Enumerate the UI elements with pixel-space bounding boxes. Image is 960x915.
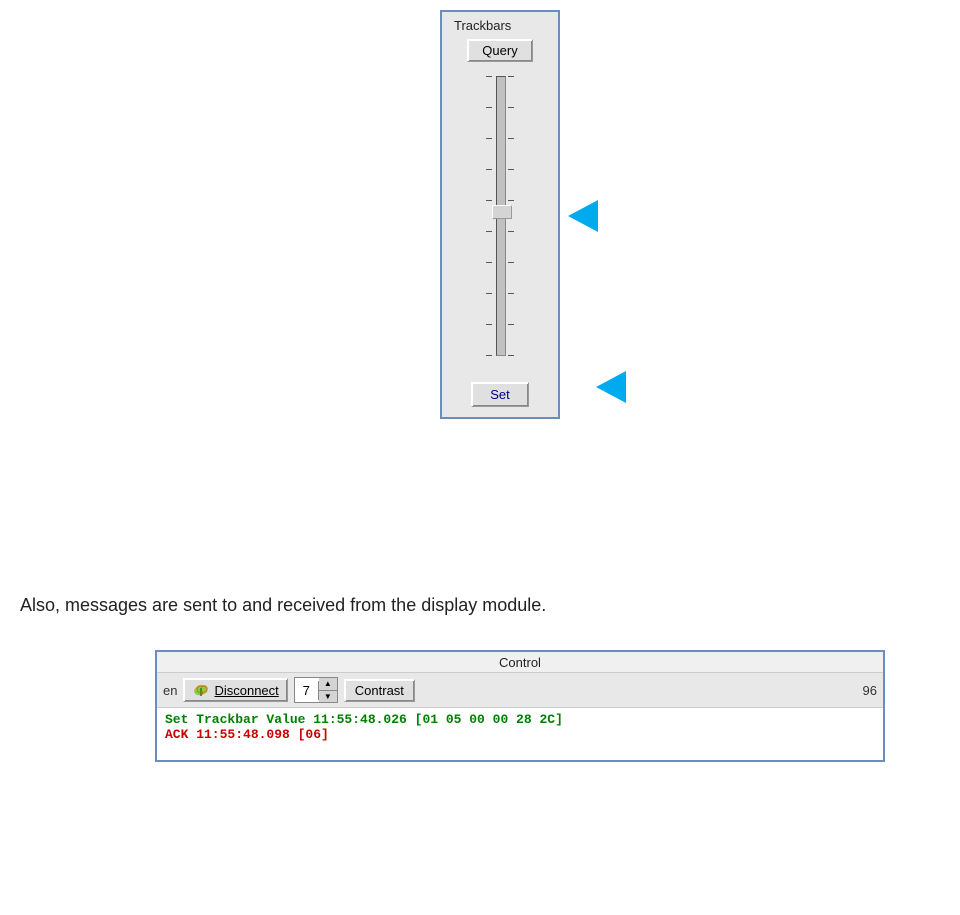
control-header: Control bbox=[157, 652, 883, 673]
set-arrow-container bbox=[596, 371, 626, 403]
slider-track bbox=[496, 76, 506, 356]
slider-track-wrapper bbox=[470, 72, 530, 372]
disconnect-button[interactable]: Disconnect bbox=[183, 678, 287, 702]
tick-1 bbox=[486, 76, 494, 77]
spinner-down-button[interactable]: ▼ bbox=[319, 691, 337, 703]
spinner-arrows: ▲ ▼ bbox=[319, 678, 337, 702]
slider-arrow-container bbox=[568, 200, 598, 232]
end-number: 96 bbox=[863, 683, 877, 698]
slider-thumb[interactable] bbox=[492, 205, 512, 219]
rtick-2 bbox=[508, 107, 514, 108]
tick-9 bbox=[486, 324, 494, 325]
tick-2 bbox=[486, 107, 494, 108]
rtick-3 bbox=[508, 138, 514, 139]
query-button[interactable]: Query bbox=[467, 39, 532, 62]
slider-arrow-icon bbox=[568, 200, 598, 232]
control-log: Set Trackbar Value 11:55:48.026 [01 05 0… bbox=[157, 708, 883, 760]
slider-container bbox=[470, 72, 530, 372]
partial-label: en bbox=[163, 683, 177, 698]
rtick-1 bbox=[508, 76, 514, 77]
control-toolbar: en Disconnect 7 ▲ ▼ Contrast 96 bbox=[157, 673, 883, 708]
trackbars-title: Trackbars bbox=[454, 18, 511, 33]
contrast-spinner[interactable]: 7 ▲ ▼ bbox=[294, 677, 338, 703]
rtick-7 bbox=[508, 262, 514, 263]
tick-8 bbox=[486, 293, 494, 294]
rtick-9 bbox=[508, 324, 514, 325]
tick-5 bbox=[486, 200, 494, 201]
rtick-8 bbox=[508, 293, 514, 294]
tick-4 bbox=[486, 169, 494, 170]
tick-3 bbox=[486, 138, 494, 139]
leaf-icon bbox=[192, 682, 210, 698]
tick-10 bbox=[486, 355, 494, 356]
log-line-1: Set Trackbar Value 11:55:48.026 [01 05 0… bbox=[165, 712, 875, 727]
trackbars-section: Trackbars Query bbox=[440, 10, 560, 419]
control-panel: Control en Disconnect 7 ▲ ▼ Contrast 96 … bbox=[155, 650, 885, 762]
set-button[interactable]: Set bbox=[471, 382, 529, 407]
body-text: Also, messages are sent to and received … bbox=[20, 595, 546, 616]
trackbars-panel: Trackbars Query bbox=[440, 10, 560, 419]
set-arrow-icon bbox=[596, 371, 626, 403]
rtick-4 bbox=[508, 169, 514, 170]
disconnect-label: Disconnect bbox=[214, 683, 278, 698]
rtick-6 bbox=[508, 231, 514, 232]
spinner-value: 7 bbox=[295, 681, 319, 700]
rtick-5 bbox=[508, 200, 514, 201]
tick-7 bbox=[486, 262, 494, 263]
contrast-button[interactable]: Contrast bbox=[344, 679, 415, 702]
spinner-up-button[interactable]: ▲ bbox=[319, 678, 337, 691]
tick-6 bbox=[486, 231, 494, 232]
log-line-2: ACK 11:55:48.098 [06] bbox=[165, 727, 875, 742]
rtick-10 bbox=[508, 355, 514, 356]
